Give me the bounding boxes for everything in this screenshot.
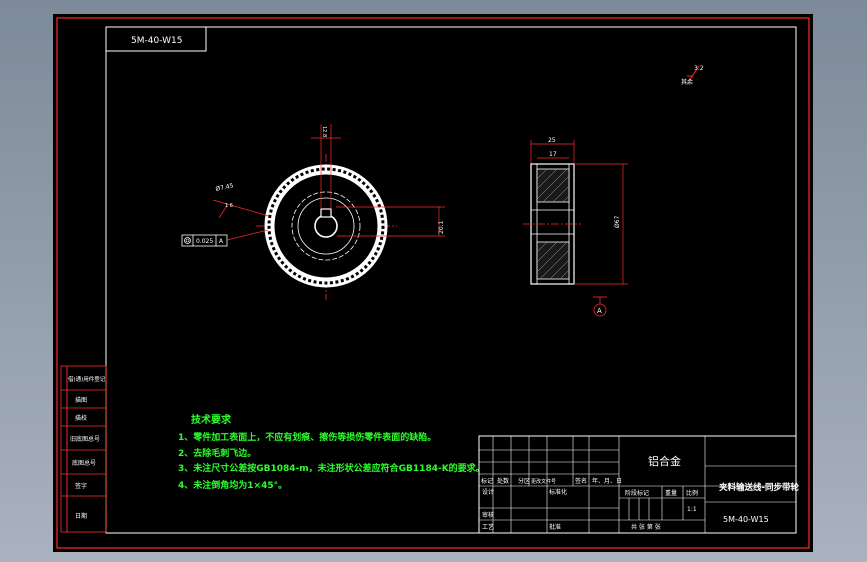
side-strip-item-4: 旧底图总号 bbox=[70, 435, 100, 443]
total-width-dim: 25 bbox=[548, 137, 556, 144]
side-strip-item-5: 底图总号 bbox=[72, 459, 96, 467]
datum-label: A bbox=[597, 307, 602, 315]
outer-diameter-dim: Ø67 bbox=[614, 215, 621, 228]
side-strip: 借(通)用件登记 描图 描校 旧底图总号 底图总号 签字 日期 bbox=[60, 365, 107, 533]
tolerance-datum: A bbox=[219, 238, 224, 245]
gear-front-view: 12.8 20.1 Ø7.45 1 6 0.025 A bbox=[181, 124, 445, 300]
surface-roughness-mark: 3.2 其余 bbox=[681, 65, 704, 86]
tech-item-2: 2、去除毛刺飞边。 bbox=[178, 447, 256, 459]
header-signature: 签名 bbox=[575, 477, 587, 485]
header-change-doc: 更改文件号 bbox=[531, 478, 556, 485]
title-block: 标记 处数 分区 更改文件号 签名 年、月、日 设计 标准化 审核 工艺 批准 … bbox=[478, 435, 800, 534]
tech-item-4: 4、未注倒角均为1×45°。 bbox=[178, 479, 287, 491]
drawing-canvas[interactable]: 5M-40-W15 3.2 其余 12.8 20.1 Ø7.45 1 6 0.0… bbox=[53, 14, 813, 552]
gear-side-view: 25 17 Ø67 A bbox=[523, 137, 628, 317]
surface-mark-value: 3.2 bbox=[694, 65, 704, 72]
code-box-text: 5M-40-W15 bbox=[131, 36, 182, 46]
approve-label: 批准 bbox=[549, 523, 561, 531]
key-height-dim: 20.1 bbox=[438, 220, 445, 234]
tolerance-value: 0.025 bbox=[196, 238, 213, 245]
header-zone: 分区 bbox=[518, 477, 530, 485]
chamfer-dim: Ø7.45 bbox=[215, 182, 234, 193]
side-strip-item-6: 签字 bbox=[75, 482, 87, 490]
sheets-label: 共 张 第 张 bbox=[631, 523, 661, 531]
scale-value: 1:1 bbox=[687, 506, 697, 513]
material-text: 铝合金 bbox=[648, 454, 681, 468]
inner-width-dim: 17 bbox=[549, 151, 557, 158]
stage-mark-label: 阶段标记 bbox=[625, 489, 649, 497]
review-label: 审核 bbox=[482, 511, 494, 519]
header-count: 处数 bbox=[497, 477, 509, 485]
header-mark: 标记 bbox=[481, 477, 493, 485]
standardize-label: 标准化 bbox=[549, 488, 567, 496]
side-strip-item-2: 描图 bbox=[75, 396, 87, 404]
side-strip-item-3: 描校 bbox=[75, 414, 87, 422]
tech-title: 技术要求 bbox=[191, 413, 232, 426]
tech-requirements: 技术要求 1、零件加工表面上，不应有划痕、擦伤等损伤零件表面的缺陷。 2、去除毛… bbox=[178, 413, 485, 491]
design-label: 设计 bbox=[482, 488, 494, 496]
tech-item-1: 1、零件加工表面上，不应有划痕、擦伤等损伤零件表面的缺陷。 bbox=[178, 431, 436, 443]
process-label: 工艺 bbox=[482, 523, 494, 531]
small-dim: 1 6 bbox=[225, 203, 233, 209]
header-date: 年、月、日 bbox=[592, 477, 622, 485]
cad-viewport[interactable]: 5M-40-W15 3.2 其余 12.8 20.1 Ø7.45 1 6 0.0… bbox=[0, 0, 867, 562]
side-strip-item-7: 日期 bbox=[75, 512, 87, 520]
drawing-sheet[interactable]: 5M-40-W15 3.2 其余 12.8 20.1 Ø7.45 1 6 0.0… bbox=[53, 14, 813, 552]
surface-mark-label: 其余 bbox=[681, 78, 693, 86]
weight-label: 重量 bbox=[665, 489, 677, 497]
ratio-label: 比例 bbox=[686, 489, 698, 497]
side-strip-item-1: 借(通)用件登记 bbox=[68, 375, 106, 383]
drawing-name: 夹料输送线-同步带轮 bbox=[719, 482, 800, 493]
tech-item-3: 3、未注尺寸公差按GB1084-m，未注形状公差应符合GB1184-K的要求。 bbox=[178, 462, 485, 474]
keyway-width-dim: 12.8 bbox=[321, 126, 327, 137]
drawing-code: 5M-40-W15 bbox=[723, 515, 769, 524]
